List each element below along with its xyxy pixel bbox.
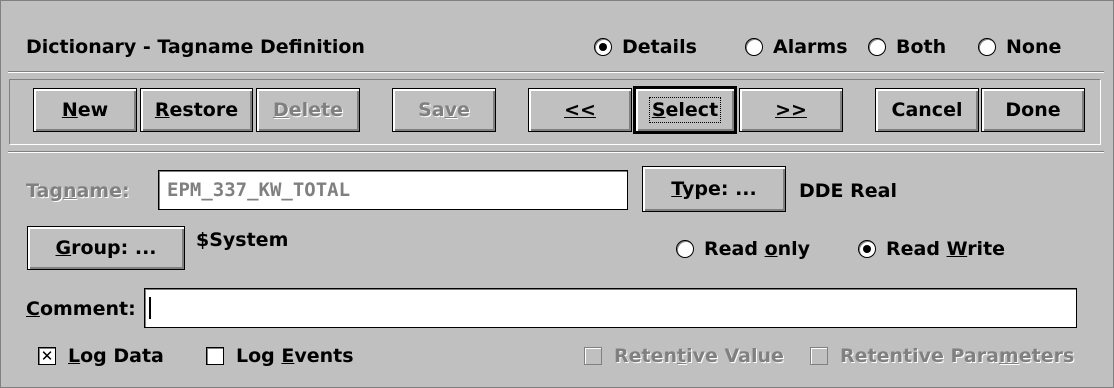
radio-alarms-label: Alarms bbox=[773, 36, 848, 58]
tagname-label: Tagname: bbox=[26, 180, 130, 202]
radio-details[interactable]: Details bbox=[594, 36, 697, 58]
next-button[interactable]: >> bbox=[739, 88, 843, 132]
retentive-value-box bbox=[584, 347, 602, 365]
header-divider bbox=[8, 71, 1104, 73]
type-button[interactable]: Type: ... bbox=[642, 166, 786, 212]
log-events-checkbox[interactable]: Log Events bbox=[206, 345, 354, 367]
restore-button[interactable]: Restore bbox=[140, 88, 253, 132]
log-events-box bbox=[206, 347, 224, 365]
radio-none-label: None bbox=[1006, 36, 1062, 58]
group-button[interactable]: Group: ... bbox=[27, 226, 185, 270]
radio-none[interactable]: None bbox=[978, 36, 1061, 58]
radio-both[interactable]: Both bbox=[868, 36, 946, 58]
retentive-value-checkbox[interactable]: Retentive Value bbox=[584, 345, 784, 367]
comment-input[interactable] bbox=[144, 288, 1077, 328]
comment-label: Comment: bbox=[26, 298, 136, 320]
radio-details-indicator bbox=[594, 38, 612, 56]
tagname-input[interactable]: EPM_337_KW_TOTAL bbox=[158, 170, 628, 210]
log-data-label: Log Data bbox=[68, 345, 164, 367]
radio-both-label: Both bbox=[896, 36, 947, 58]
log-events-label: Log Events bbox=[236, 345, 354, 367]
save-button[interactable]: Save bbox=[392, 88, 496, 132]
radio-read-write-label: Read Write bbox=[886, 238, 1006, 260]
group-value: $System bbox=[196, 229, 289, 251]
radio-details-label: Details bbox=[622, 36, 697, 58]
done-button[interactable]: Done bbox=[981, 88, 1085, 132]
retentive-parameters-box bbox=[810, 347, 828, 365]
radio-read-only[interactable]: Read only bbox=[676, 238, 810, 260]
previous-button[interactable]: << bbox=[528, 88, 632, 132]
log-data-checkbox[interactable]: ✕ Log Data bbox=[38, 345, 164, 367]
retentive-parameters-label: Retentive Parameters bbox=[840, 345, 1075, 367]
radio-read-only-indicator bbox=[676, 240, 694, 258]
radio-both-indicator bbox=[868, 38, 886, 56]
toolbar-divider bbox=[8, 151, 1104, 153]
text-caret bbox=[149, 297, 151, 319]
type-value: DDE Real bbox=[799, 180, 897, 202]
radio-read-only-label: Read only bbox=[704, 238, 811, 260]
new-button[interactable]: New bbox=[33, 88, 137, 132]
cancel-button[interactable]: Cancel bbox=[875, 88, 979, 132]
delete-button[interactable]: Delete bbox=[256, 88, 360, 132]
radio-alarms[interactable]: Alarms bbox=[745, 36, 848, 58]
dialog-title: Dictionary - Tagname Definition bbox=[26, 36, 365, 58]
radio-read-write-indicator bbox=[858, 240, 876, 258]
retentive-parameters-checkbox[interactable]: Retentive Parameters bbox=[810, 345, 1074, 367]
radio-read-write[interactable]: Read Write bbox=[858, 238, 1005, 260]
select-button[interactable]: Select bbox=[633, 86, 737, 134]
log-data-check-icon: ✕ bbox=[38, 347, 56, 365]
radio-alarms-indicator bbox=[745, 38, 763, 56]
radio-none-indicator bbox=[978, 38, 996, 56]
retentive-value-label: Retentive Value bbox=[614, 345, 784, 367]
